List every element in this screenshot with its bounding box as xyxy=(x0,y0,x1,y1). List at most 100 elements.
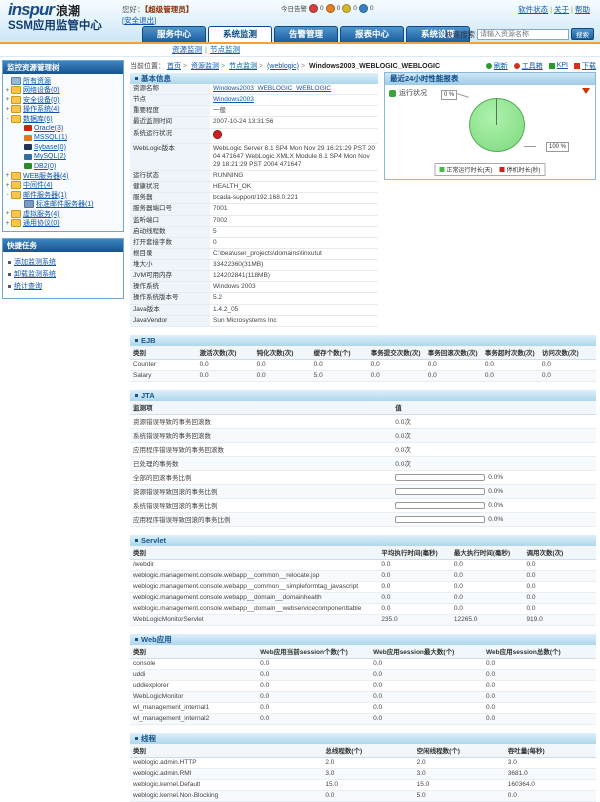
column-header: Web应用session总数(个) xyxy=(483,645,596,659)
main-content: 当前位置： 首页> 资源监测> 节点监测> (weblogic)> Window… xyxy=(126,57,600,802)
table-cell: 3.0 xyxy=(505,757,596,768)
toggle-icon[interactable]: + xyxy=(4,182,11,189)
task-item: 统计查询 xyxy=(8,280,118,292)
tree-item[interactable]: +虚拟服务(4) xyxy=(4,209,122,219)
search-button[interactable]: 搜索 xyxy=(571,28,594,40)
remove-monitor-link[interactable]: 卸载监测系统 xyxy=(14,269,56,279)
tree-item[interactable]: Sybase(0) xyxy=(4,143,122,153)
progress-bar xyxy=(395,516,485,523)
breadcrumb-weblogic[interactable]: (weblogic) xyxy=(267,63,299,70)
toggle-icon[interactable]: - xyxy=(4,191,11,198)
alert-minor-icon[interactable] xyxy=(342,4,351,13)
info-link[interactable]: Windows2003_WEBLOGIC_WEBLOGIC xyxy=(213,85,331,92)
mail-icon xyxy=(24,200,34,208)
table-row: WebLogicMonitor0.00.00.0 xyxy=(130,691,596,702)
breadcrumb-node[interactable]: 节点监测 xyxy=(229,63,257,70)
tab-system-monitor[interactable]: 系统监测 xyxy=(208,26,272,42)
software-status-link[interactable]: 软件状态 xyxy=(518,5,548,14)
toggle-icon[interactable]: - xyxy=(4,115,11,122)
tree-item[interactable]: +中间件(4) xyxy=(4,181,122,191)
tree-item[interactable]: +通用协议(0) xyxy=(4,219,122,229)
toggle-icon[interactable]: + xyxy=(4,210,11,217)
tree-item-label: 所有资源 xyxy=(23,76,51,86)
tree-item[interactable]: -数据库(6) xyxy=(4,114,122,124)
info-value: Windows2003_WEBLOGIC_WEBLOGIC xyxy=(210,84,378,95)
toggle-icon[interactable]: + xyxy=(4,172,11,179)
app-header: inspur浪潮 SSM应用监管中心 您好：【超级管理员】 [安全退出] 今日告… xyxy=(0,0,600,44)
info-label: 打开套接字数 xyxy=(130,237,210,248)
tree-item[interactable]: MySQL(2) xyxy=(4,152,122,162)
tree-item[interactable]: DB2(0) xyxy=(4,162,122,172)
tree-item[interactable]: + 操作系统(4) xyxy=(4,105,122,115)
help-link[interactable]: 帮助 xyxy=(575,5,590,14)
table-cell: 919.0 xyxy=(523,614,596,625)
table-cell: 160364.0 xyxy=(505,779,596,790)
toggle-icon[interactable]: + xyxy=(4,220,11,227)
table-row: weblogic.management.console.webapp__comm… xyxy=(130,581,596,592)
tab-report-center[interactable]: 报表中心 xyxy=(340,26,404,42)
info-link[interactable]: Windows2003 xyxy=(213,96,254,103)
table-row: console0.00.00.0 xyxy=(130,658,596,669)
folder-icon xyxy=(11,96,21,104)
alert-info-icon[interactable] xyxy=(359,4,368,13)
tree-item[interactable]: 标准邮件服务器(1) xyxy=(4,200,122,210)
info-label: 启动线程数 xyxy=(130,226,210,237)
info-row: 监听端口7002 xyxy=(130,215,378,226)
search-input[interactable] xyxy=(477,29,569,40)
table-cell: 0.0 xyxy=(483,691,596,702)
chart-panel-title: 最近24小时性能报表 xyxy=(385,73,595,85)
table-cell: 0.0 xyxy=(539,370,596,381)
table-cell: 0.0 xyxy=(483,702,596,713)
about-link[interactable]: 关于 xyxy=(554,5,569,14)
logout-link[interactable]: [安全退出] xyxy=(122,16,156,25)
tree-item-label: WEB服务器(4) xyxy=(23,171,69,181)
folder-icon xyxy=(11,172,21,180)
refresh-action[interactable]: 刷新 xyxy=(486,61,508,71)
alert-major-icon[interactable] xyxy=(326,4,335,13)
toggle-icon[interactable]: + xyxy=(4,96,11,103)
table-cell: 3.0 xyxy=(322,768,413,779)
download-action[interactable]: 下载 xyxy=(574,61,596,71)
filter-icon[interactable] xyxy=(582,88,590,94)
tree-item-label: Sybase(0) xyxy=(34,144,66,151)
kpi-action[interactable]: KPI xyxy=(549,62,568,69)
tree-item-label: 操作系统(4) xyxy=(23,105,60,115)
table-row: weblogic.admin.RMI3.03.03681.0 xyxy=(130,768,596,779)
stats-query-link[interactable]: 统计查询 xyxy=(14,281,42,291)
folder-icon xyxy=(11,219,21,227)
tree-item[interactable]: +安全设备(0) xyxy=(4,95,122,105)
series-label: 运行状况 xyxy=(389,88,427,98)
action-label: 工具箱 xyxy=(522,61,543,71)
tree-item[interactable]: +网络设备(0) xyxy=(4,86,122,96)
breadcrumb-home[interactable]: 首页 xyxy=(167,63,181,70)
tree-item[interactable]: MSSQL(1) xyxy=(4,133,122,143)
add-monitor-link[interactable]: 添加监测系统 xyxy=(14,257,56,267)
toggle-icon[interactable]: + xyxy=(4,106,11,113)
table-cell: 0.0 xyxy=(425,370,482,381)
subnav-resource-monitor[interactable]: 资源监测 xyxy=(172,45,202,54)
tab-service-center[interactable]: 服务中心 xyxy=(142,26,206,42)
info-label: 健康状况 xyxy=(130,182,210,193)
table-row: /webdir0.00.00.0 xyxy=(130,559,596,570)
info-value: 一般 xyxy=(210,106,378,117)
info-row: 系统错误导致的事务回滚数0.0次 xyxy=(130,428,596,442)
separator: > xyxy=(221,63,225,70)
table-cell: 0.0 xyxy=(523,581,596,592)
tree-item[interactable]: Oracle(3) xyxy=(4,124,122,134)
table-row: wl_management_internal20.00.00.0 xyxy=(130,713,596,724)
breadcrumb-resource[interactable]: 资源监测 xyxy=(191,63,219,70)
alert-critical-icon[interactable] xyxy=(309,4,318,13)
tree-item[interactable]: 所有资源 xyxy=(4,76,122,86)
separator: > xyxy=(301,63,305,70)
toggle-icon[interactable]: + xyxy=(4,87,11,94)
table-row: weblogic.management.console.webapp__comm… xyxy=(130,570,596,581)
tab-alert-management[interactable]: 告警管理 xyxy=(274,26,338,42)
tree-item-label: DB2(0) xyxy=(34,163,56,170)
info-row: 资源名称Windows2003_WEBLOGIC_WEBLOGIC xyxy=(130,84,378,95)
resource-tree-panel: 监控资源管理树 所有资源+网络设备(0)+安全设备(0)+操作系统(4)-数据库… xyxy=(2,60,124,232)
tree-item[interactable]: -邮件服务器(1) xyxy=(4,190,122,200)
table-cell: 0.0 xyxy=(257,713,370,724)
toolbox-action[interactable]: 工具箱 xyxy=(514,61,543,71)
tree-item[interactable]: + WEB服务器(4) xyxy=(4,171,122,181)
subnav-node-monitor[interactable]: 节点监测 xyxy=(210,45,240,54)
